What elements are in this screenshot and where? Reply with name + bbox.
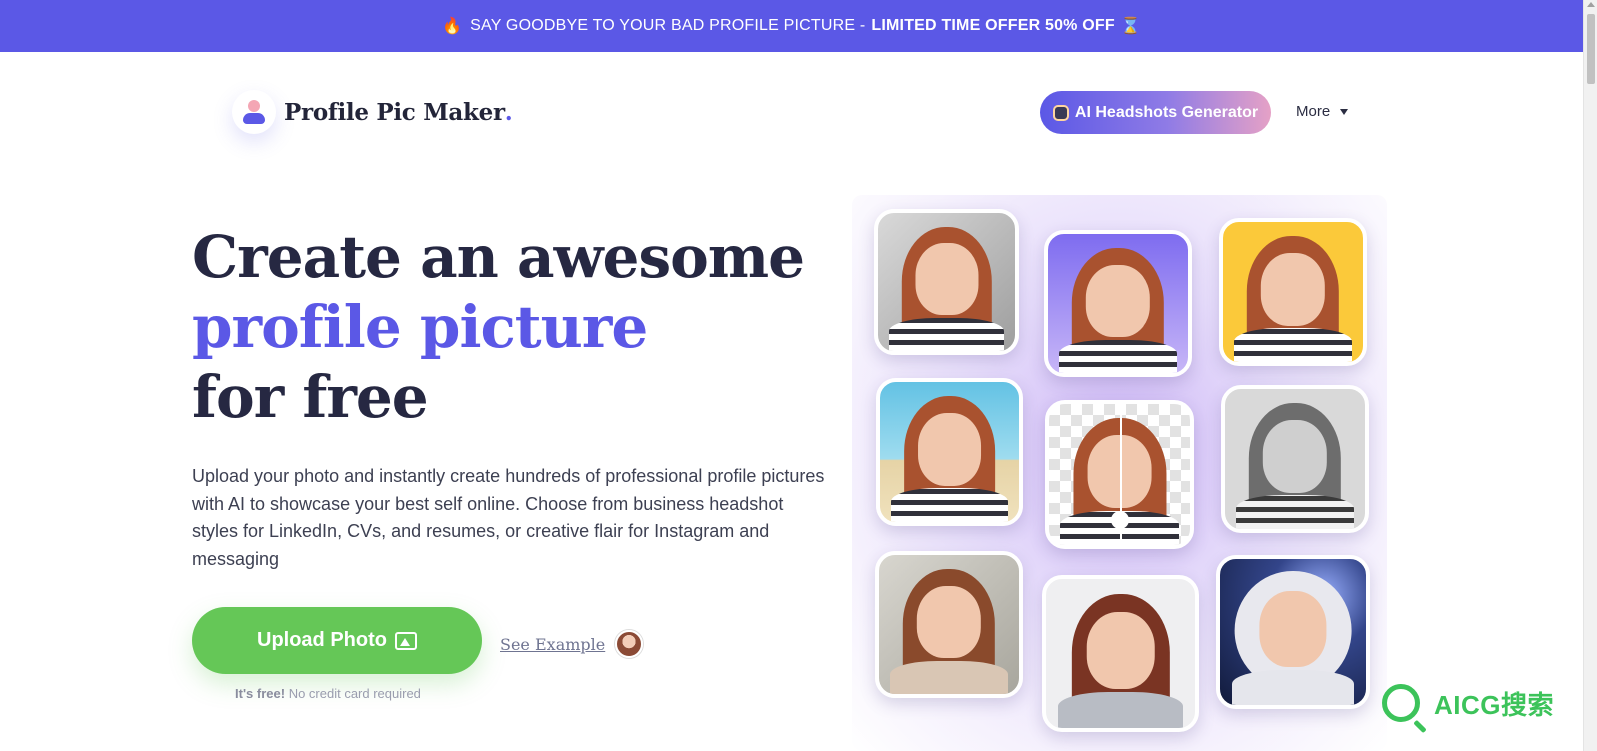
page-scrollbar[interactable] (1583, 0, 1597, 751)
promo-highlight: LIMITED TIME OFFER 50% OFF (871, 17, 1115, 34)
hero-description: Upload your photo and instantly create h… (192, 466, 825, 569)
example-tile-transparent (1045, 400, 1194, 549)
example-tile-bw (1221, 385, 1369, 533)
watermark: AICG搜索 (1382, 684, 1554, 722)
example-tile-astronaut (1216, 555, 1370, 709)
free-note-rest: No credit card required (288, 686, 421, 701)
free-note: It's free! No credit card required (235, 686, 421, 701)
more-label: More (1296, 103, 1331, 120)
watermark-text: AICG搜索 (1434, 689, 1555, 720)
ai-headshots-button[interactable]: AI Headshots Generator (1040, 91, 1271, 134)
scroll-up-icon[interactable] (1587, 2, 1595, 7)
example-tile-portrait (875, 551, 1023, 698)
example-tile-purple (1044, 230, 1192, 377)
compare-slider-handle (1110, 511, 1129, 530)
scrollbar-thumb[interactable] (1587, 14, 1595, 84)
more-menu[interactable]: More (1296, 103, 1349, 120)
example-tile-gray (874, 209, 1019, 355)
upload-photo-button[interactable]: Upload Photo (192, 607, 482, 674)
free-note-strong: It's free! (235, 686, 286, 701)
profile-avatar-icon (232, 90, 276, 134)
robot-icon (1052, 104, 1069, 121)
hero-title-line3: for free (192, 363, 429, 431)
example-tile-beach (876, 378, 1023, 526)
site-logo[interactable]: Profile Pic Maker. (232, 90, 513, 134)
upload-photo-label: Upload Photo (257, 629, 387, 651)
hero-title: Create an awesome profile picture for fr… (192, 222, 805, 432)
magnifier-icon (1382, 684, 1420, 722)
hero-title-accent: profile picture (192, 293, 648, 361)
see-example-label: See Example (500, 634, 606, 654)
fire-icon: 🔥 (442, 18, 463, 35)
see-example-link[interactable]: See Example (500, 630, 644, 658)
image-icon (394, 631, 417, 650)
hero-title-line1: Create an awesome (192, 223, 805, 291)
example-tile-yellow (1219, 218, 1367, 366)
promo-text: SAY GOODBYE TO YOUR BAD PROFILE PICTURE … (470, 17, 866, 34)
hourglass-icon: ⌛ (1120, 18, 1141, 35)
logo-dot: . (504, 98, 513, 126)
caret-down-icon (1340, 108, 1349, 115)
logo-text: Profile Pic Maker (284, 98, 505, 126)
ai-headshots-label: AI Headshots Generator (1074, 103, 1259, 121)
example-avatar (615, 630, 644, 658)
example-tile-business (1042, 575, 1199, 732)
promo-banner[interactable]: 🔥 SAY GOODBYE TO YOUR BAD PROFILE PICTUR… (0, 0, 1583, 52)
